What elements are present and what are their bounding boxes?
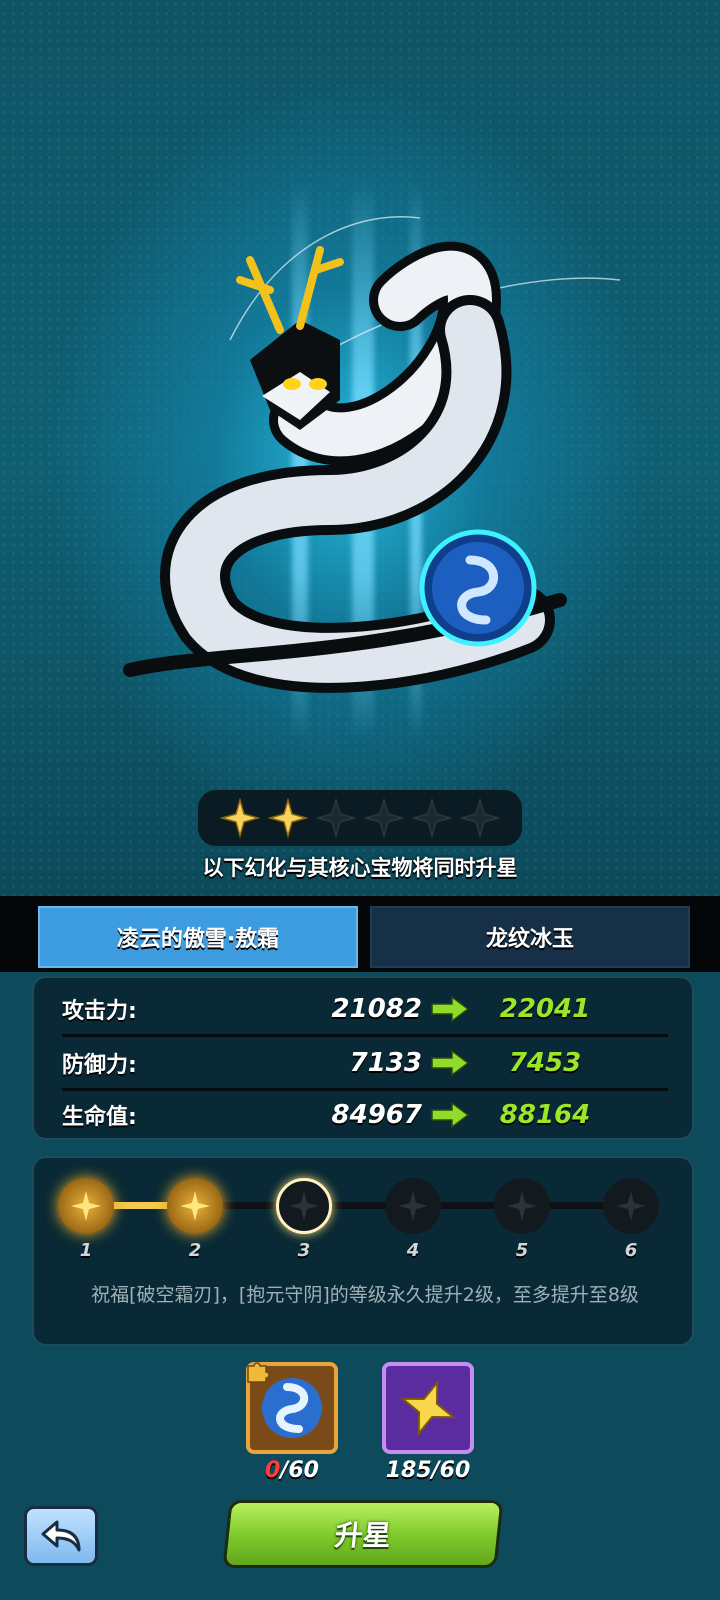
star-filled-icon [268, 798, 308, 838]
material-dragon-jade[interactable] [246, 1362, 338, 1454]
arrow-right-icon [431, 1049, 470, 1077]
star-node-number: 6 [624, 1240, 638, 1261]
star-node-number: 4 [406, 1240, 420, 1261]
star-node-number: 3 [297, 1240, 311, 1261]
star-node-number: 5 [515, 1240, 529, 1261]
material-count-star: 185/60 [385, 1458, 471, 1483]
sparkle-icon [71, 1191, 101, 1221]
star-empty-icon [316, 798, 356, 838]
star-node-2[interactable] [167, 1178, 223, 1234]
back-button[interactable] [24, 1506, 98, 1566]
upgrade-note: 以下幻化与其核心宝物将同时升星 [202, 856, 518, 880]
upgrade-star-button[interactable]: 升星 [222, 1500, 504, 1568]
sparkle-icon [616, 1191, 646, 1221]
star-progress-panel: 祝福[破空霜刃]，[抱元守阴]的等级永久提升2级，至多提升至8级 1 2 3 4 5 6 [32, 1156, 694, 1346]
arrow-right-icon [431, 995, 470, 1023]
hero-showcase [0, 0, 720, 900]
stat-new-value: 7453 [508, 1048, 582, 1078]
star-node-1[interactable] [58, 1178, 114, 1234]
back-arrow-icon [41, 1520, 81, 1552]
material-star-crystal[interactable] [382, 1362, 474, 1454]
sparkle-icon [507, 1191, 537, 1221]
material-count-jade: 0/60 [232, 1458, 352, 1483]
star-empty-icon [364, 798, 404, 838]
tab-transform[interactable]: 凌云的傲雪·敖霜 [38, 906, 358, 968]
stat-new-value: 22041 [499, 994, 591, 1024]
arrow-right-icon [431, 1101, 470, 1129]
star-empty-icon [412, 798, 452, 838]
star-crystal-icon [399, 1379, 457, 1437]
sparkle-icon [289, 1191, 319, 1221]
divider [62, 1034, 668, 1037]
puzzle-piece-icon [247, 1362, 270, 1383]
stat-label: 生命值: [62, 1105, 137, 1130]
star-filled-icon [220, 798, 260, 838]
sparkle-icon [180, 1191, 210, 1221]
star-rating [198, 790, 522, 846]
star-node-5[interactable] [494, 1178, 550, 1234]
star-node-3[interactable] [276, 1178, 332, 1234]
stat-new-value: 88164 [499, 1100, 591, 1130]
stat-row-hp: 生命值: 84967 88164 [62, 1090, 668, 1140]
star-node-number: 2 [188, 1240, 202, 1261]
stat-row-defense: 防御力: 7133 7453 [62, 1038, 668, 1088]
dragon-illustration [123, 216, 621, 693]
star-node-number: 1 [79, 1240, 93, 1261]
stat-old-value: 84967 [331, 1100, 422, 1130]
stat-row-attack: 攻击力: 21082 22041 [62, 984, 668, 1034]
star-empty-icon [460, 798, 500, 838]
material-need: /60 [280, 1458, 319, 1483]
stat-label: 攻击力: [62, 999, 137, 1024]
stat-old-value: 21082 [331, 994, 422, 1024]
sparkle-icon [398, 1191, 428, 1221]
stat-label: 防御力: [62, 1053, 137, 1078]
tab-core-treasure[interactable]: 龙纹冰玉 [370, 906, 690, 968]
star-node-4[interactable] [385, 1178, 441, 1234]
material-have: 0 [265, 1458, 281, 1483]
blessing-description: 祝福[破空霜刃]，[抱元守阴]的等级永久提升2级，至多提升至8级 [91, 1284, 639, 1306]
stats-panel: 攻击力: 21082 22041 防御力: 7133 7453 生命值: 849… [32, 976, 694, 1140]
star-node-6[interactable] [603, 1178, 659, 1234]
stat-old-value: 7133 [349, 1048, 422, 1078]
